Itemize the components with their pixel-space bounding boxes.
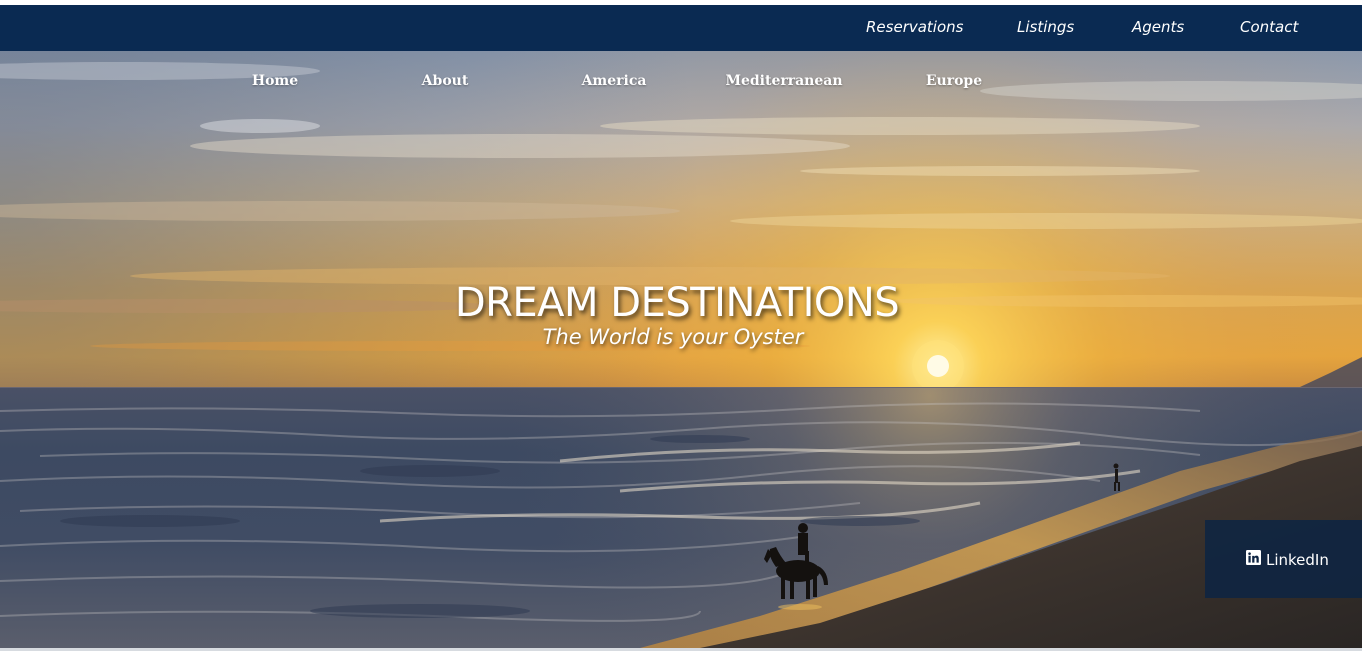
top-nav-agents-link[interactable]: Agents (1132, 18, 1184, 36)
nav-europe-link[interactable]: Europe (926, 73, 982, 89)
main-navigation: Home About America Mediterranean Europe (0, 51, 1362, 111)
page: Reservations Listings Agents Contact Hom… (0, 0, 1362, 651)
top-navigation-bar: Reservations Listings Agents Contact (0, 5, 1362, 51)
hero-background-image (0, 51, 1362, 648)
linkedin-label: LinkedIn (1266, 551, 1329, 569)
linkedin-icon (1246, 550, 1261, 565)
nav-home-link[interactable]: Home (252, 73, 298, 89)
top-nav-listings-link[interactable]: Listings (1017, 18, 1074, 36)
nav-about-link[interactable]: About (422, 73, 469, 89)
hero-title: DREAM DESTINATIONS (454, 280, 900, 326)
nav-mediterranean-link[interactable]: Mediterranean (725, 73, 842, 89)
top-nav-reservations-link[interactable]: Reservations (866, 18, 963, 36)
top-nav-contact-link[interactable]: Contact (1240, 18, 1298, 36)
linkedin-button[interactable]: LinkedIn (1205, 520, 1362, 598)
nav-america-link[interactable]: America (582, 73, 647, 89)
hero-subtitle: The World is your Oyster (542, 325, 804, 349)
